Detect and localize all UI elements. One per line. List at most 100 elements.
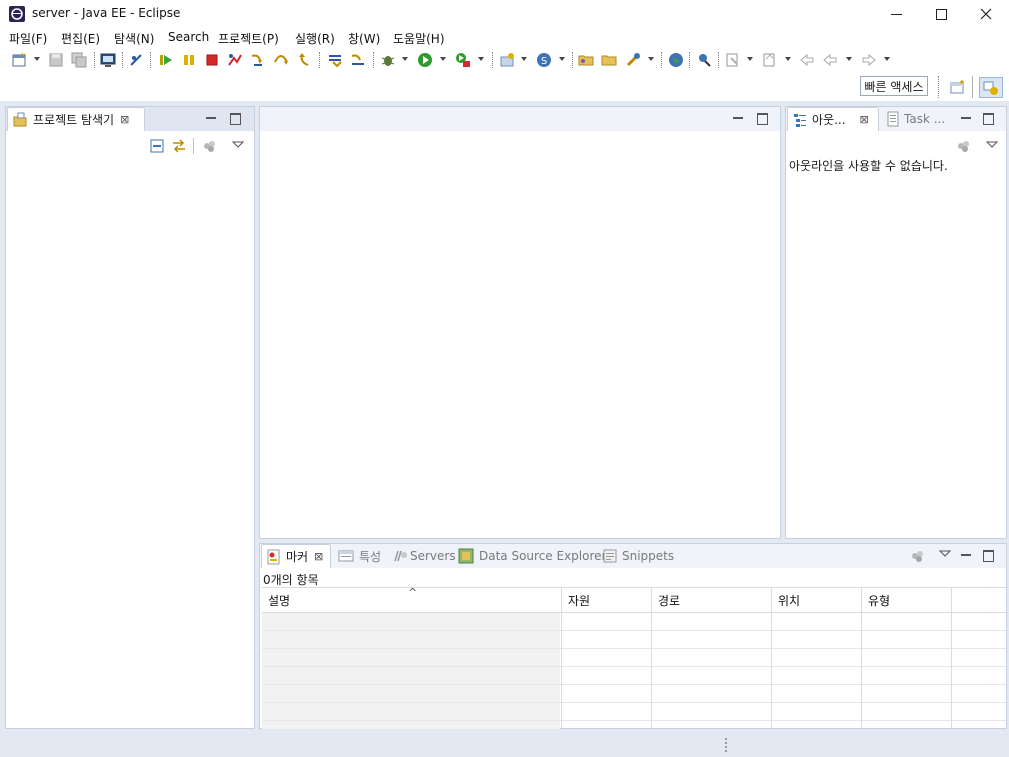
- maximize-view-icon[interactable]: [757, 113, 768, 125]
- menu-search[interactable]: Search: [168, 30, 209, 44]
- javaee-perspective-button[interactable]: [979, 77, 1003, 98]
- column-path[interactable]: 경로: [658, 592, 680, 609]
- globe-icon[interactable]: [668, 52, 684, 68]
- debug-dropdown-icon[interactable]: [402, 57, 408, 61]
- column-resource[interactable]: 자원: [568, 592, 590, 609]
- tab-properties[interactable]: 특성: [338, 544, 381, 568]
- new-dropdown-icon[interactable]: [34, 57, 40, 61]
- tab-task-list[interactable]: Task ...: [886, 107, 945, 131]
- forward-icon[interactable]: [861, 52, 877, 68]
- collapse-all-icon[interactable]: [149, 138, 165, 154]
- tab-data-source-explorer[interactable]: Data Source Explorer: [458, 544, 606, 568]
- suspend-icon[interactable]: [181, 52, 197, 68]
- new-web-service-icon[interactable]: S: [536, 52, 552, 68]
- view-menu-icon[interactable]: [232, 141, 244, 149]
- run-server-icon[interactable]: [455, 52, 471, 68]
- save-icon[interactable]: [48, 52, 64, 68]
- open-folder-icon[interactable]: [578, 52, 594, 68]
- drop-to-frame-icon[interactable]: [327, 52, 343, 68]
- view-menu-icon[interactable]: [939, 550, 951, 558]
- focus-on-active-task-icon[interactable]: [202, 139, 218, 153]
- use-step-filters-icon[interactable]: [350, 52, 366, 68]
- minimize-button[interactable]: [873, 0, 919, 28]
- back-dropdown-icon[interactable]: [846, 57, 852, 61]
- tab-label: Task ...: [904, 112, 946, 126]
- tab-servers[interactable]: Servers: [392, 544, 456, 568]
- column-description[interactable]: 설명: [268, 592, 290, 609]
- column-divider[interactable]: [561, 587, 562, 729]
- terminal-icon[interactable]: [100, 52, 116, 68]
- step-into-icon[interactable]: [250, 52, 266, 68]
- column-divider[interactable]: [861, 587, 862, 729]
- column-divider[interactable]: [771, 587, 772, 729]
- close-icon[interactable]: ⊠: [860, 113, 869, 126]
- annotation-dropdown-icon[interactable]: [785, 57, 791, 61]
- menu-edit[interactable]: 편집(E): [61, 30, 100, 47]
- minimize-view-icon[interactable]: [961, 550, 972, 561]
- menu-run[interactable]: 실행(R): [295, 30, 335, 47]
- close-icon[interactable]: ⊠: [120, 113, 129, 126]
- disconnect-icon[interactable]: [227, 52, 243, 68]
- step-over-icon[interactable]: [273, 52, 289, 68]
- tab-label: 프로젝트 탐색기: [33, 113, 115, 127]
- focus-on-active-task-icon[interactable]: [956, 139, 972, 153]
- table-row: [262, 685, 1006, 703]
- maximize-button[interactable]: [918, 0, 964, 28]
- debug-icon[interactable]: [380, 52, 396, 68]
- project-explorer-icon: [13, 112, 27, 126]
- menu-help[interactable]: 도움말(H): [393, 30, 445, 47]
- status-bar-separator: [725, 738, 729, 752]
- column-type[interactable]: 유형: [868, 592, 890, 609]
- forward-dropdown-icon[interactable]: [884, 57, 890, 61]
- focus-on-active-task-icon[interactable]: [910, 549, 926, 563]
- terminate-icon[interactable]: [204, 52, 220, 68]
- close-icon[interactable]: ⊠: [314, 550, 323, 563]
- menu-navigate[interactable]: 탐색(N): [114, 30, 154, 47]
- resume-icon[interactable]: [158, 52, 174, 68]
- minimize-view-icon[interactable]: [961, 113, 972, 124]
- menu-window[interactable]: 창(W): [348, 30, 380, 47]
- last-edit-icon[interactable]: [725, 52, 741, 68]
- maximize-view-icon[interactable]: [983, 113, 994, 125]
- table-row: [262, 613, 1006, 631]
- tab-project-explorer[interactable]: 프로젝트 탐색기 ⊠: [7, 107, 145, 131]
- column-divider[interactable]: [951, 587, 952, 729]
- back-to-edit-icon[interactable]: [799, 52, 815, 68]
- menu-project[interactable]: 프로젝트(P): [218, 30, 279, 47]
- last-edit-dropdown-icon[interactable]: [747, 57, 753, 61]
- step-return-icon[interactable]: [296, 52, 312, 68]
- tab-outline[interactable]: 아웃... ⊠: [787, 107, 879, 131]
- column-location[interactable]: 위치: [778, 592, 800, 609]
- view-menu-icon[interactable]: [986, 141, 998, 149]
- link-with-editor-icon[interactable]: [171, 138, 187, 154]
- minimize-view-icon[interactable]: [733, 113, 744, 124]
- run-dropdown-icon[interactable]: [440, 57, 446, 61]
- save-all-icon[interactable]: [71, 52, 87, 68]
- maximize-view-icon[interactable]: [230, 113, 241, 125]
- skip-breakpoints-icon[interactable]: [128, 52, 144, 68]
- next-annotation-icon[interactable]: [762, 52, 778, 68]
- search-icon[interactable]: [625, 52, 641, 68]
- new-web-service-dropdown-icon[interactable]: [559, 57, 565, 61]
- minimize-view-icon[interactable]: [206, 113, 217, 124]
- open-perspective-icon[interactable]: [696, 52, 712, 68]
- new-server-icon[interactable]: [499, 52, 515, 68]
- open-perspective-button-icon[interactable]: [950, 79, 966, 95]
- search-dropdown-icon[interactable]: [648, 57, 654, 61]
- close-button[interactable]: [963, 0, 1009, 28]
- open-project-icon[interactable]: [601, 52, 617, 68]
- run-icon[interactable]: [417, 52, 433, 68]
- tab-snippets[interactable]: Snippets: [602, 544, 674, 568]
- new-server-dropdown-icon[interactable]: [521, 57, 527, 61]
- maximize-view-icon[interactable]: [983, 550, 994, 562]
- back-icon[interactable]: [822, 52, 838, 68]
- toolbar-separator: [661, 52, 663, 68]
- new-wizard-icon[interactable]: [11, 52, 27, 68]
- markers-icon: [267, 549, 280, 564]
- menu-file[interactable]: 파일(F): [9, 30, 47, 47]
- run-server-dropdown-icon[interactable]: [478, 57, 484, 61]
- tab-label: 특성: [359, 549, 382, 564]
- quick-access-field[interactable]: 빠른 액세스: [860, 76, 928, 96]
- column-divider[interactable]: [651, 587, 652, 729]
- tab-markers[interactable]: 마커 ⊠: [261, 544, 331, 568]
